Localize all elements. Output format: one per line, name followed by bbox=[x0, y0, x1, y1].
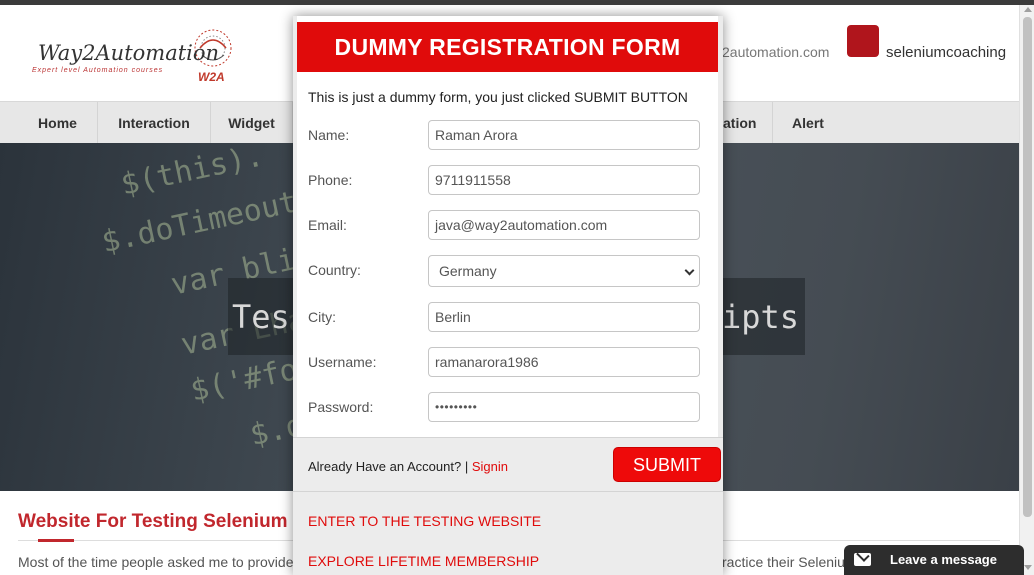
signin-link[interactable]: Signin bbox=[472, 459, 508, 474]
hero-code-line: $('#fo bbox=[187, 352, 301, 409]
city-field[interactable]: Berlin bbox=[428, 302, 700, 332]
testing-website-link[interactable]: ENTER TO THE TESTING WEBSITE bbox=[308, 513, 541, 529]
nav-item-interaction[interactable]: Interaction bbox=[98, 102, 211, 144]
nav-item-registration[interactable]: ation bbox=[723, 102, 773, 144]
name-label: Name: bbox=[308, 127, 350, 143]
modal-title: DUMMY REGISTRATION FORM bbox=[297, 22, 718, 72]
envelope-icon bbox=[854, 553, 871, 566]
chat-widget[interactable]: Leave a message bbox=[844, 545, 1024, 575]
email-label: Email: bbox=[308, 217, 347, 233]
logo-mark: W2A bbox=[198, 70, 225, 84]
scroll-down-arrow-icon[interactable] bbox=[1024, 565, 1032, 570]
hero-caption-left: Tes bbox=[232, 298, 290, 336]
logo-tagline: Expert level Automation courses bbox=[32, 67, 164, 74]
username-field[interactable]: ramanarora1986 bbox=[428, 347, 700, 377]
nav-item-widget[interactable]: Widget bbox=[211, 102, 293, 144]
content-divider-accent bbox=[38, 539, 74, 542]
username-label: Username: bbox=[308, 354, 377, 370]
city-label: City: bbox=[308, 309, 336, 325]
scroll-thumb[interactable] bbox=[1023, 17, 1032, 517]
membership-link[interactable]: EXPLORE LIFETIME MEMBERSHIP bbox=[308, 553, 539, 569]
phone-label: Phone: bbox=[308, 172, 353, 188]
content-text: Most of the time people asked me to prov… bbox=[18, 554, 294, 570]
submit-button[interactable]: SUBMIT bbox=[613, 447, 721, 482]
chat-label: Leave a message bbox=[890, 552, 997, 567]
social-icon[interactable] bbox=[847, 25, 879, 57]
country-select-value: Germany bbox=[439, 263, 497, 279]
registration-modal: DUMMY REGISTRATION FORM This is just a d… bbox=[293, 16, 723, 575]
account-prompt-text: Already Have an Account? | bbox=[308, 459, 472, 474]
chevron-down-icon bbox=[684, 265, 695, 276]
header-email[interactable]: 2automation.com bbox=[722, 44, 829, 60]
password-field[interactable]: ••••••••• bbox=[428, 392, 700, 422]
account-prompt: Already Have an Account? | Signin bbox=[308, 459, 508, 474]
nav-item-home[interactable]: Home bbox=[18, 102, 98, 144]
site-logo[interactable]: Way2Automation Expert level Automation c… bbox=[30, 25, 245, 87]
phone-field[interactable]: 9711911558 bbox=[428, 165, 700, 195]
email-field[interactable]: java@way2automation.com bbox=[428, 210, 700, 240]
scroll-up-arrow-icon[interactable] bbox=[1024, 7, 1032, 12]
nav-item-alert[interactable]: Alert bbox=[773, 102, 843, 144]
logo-brand: Way2Automation bbox=[38, 41, 220, 65]
modal-divider bbox=[293, 437, 723, 438]
hero-code-line: $(this). bbox=[117, 143, 267, 203]
content-text: ractice their Seleniu bbox=[722, 554, 845, 570]
country-label: Country: bbox=[308, 262, 361, 278]
password-label: Password: bbox=[308, 399, 374, 415]
header-social-label[interactable]: seleniumcoaching bbox=[886, 44, 1006, 61]
modal-divider bbox=[293, 491, 723, 492]
modal-note: This is just a dummy form, you just clic… bbox=[308, 89, 688, 105]
hero-caption-right: ipts bbox=[722, 298, 800, 336]
country-select[interactable]: Germany bbox=[428, 255, 700, 287]
content-title: Website For Testing Selenium bbox=[18, 511, 288, 532]
page-scrollbar[interactable] bbox=[1019, 5, 1034, 575]
name-field[interactable]: Raman Arora bbox=[428, 120, 700, 150]
